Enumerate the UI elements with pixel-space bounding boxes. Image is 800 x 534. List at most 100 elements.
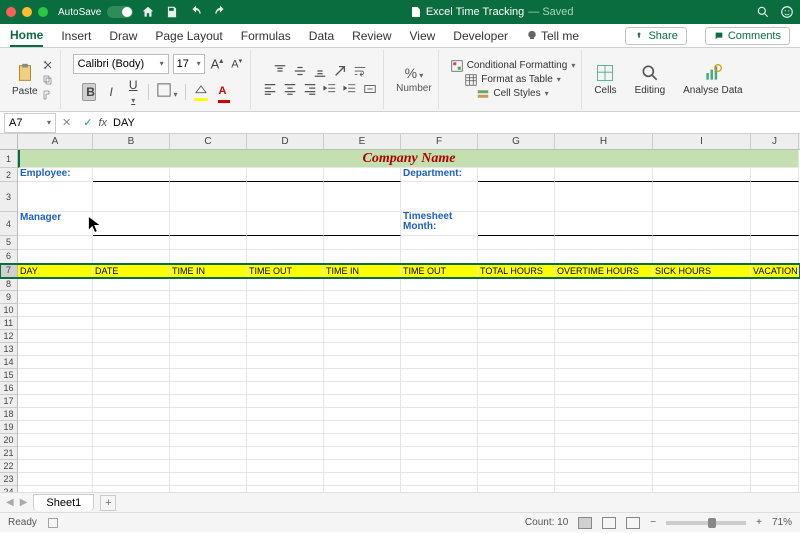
cell[interactable]: DAY (18, 264, 93, 278)
cell[interactable] (93, 278, 170, 291)
col-header-D[interactable]: D (247, 134, 324, 149)
row-header[interactable]: 24 (0, 486, 18, 492)
cell[interactable] (324, 395, 401, 408)
cell[interactable] (478, 369, 555, 382)
cell[interactable] (170, 304, 247, 317)
cell[interactable] (751, 460, 799, 473)
enter-formula-icon[interactable]: ✓ (83, 116, 92, 129)
tab-data[interactable]: Data (309, 26, 334, 46)
zoom-out-button[interactable]: − (650, 517, 656, 528)
col-header-B[interactable]: B (93, 134, 170, 149)
row-header[interactable]: 20 (0, 434, 18, 447)
cell[interactable] (478, 291, 555, 304)
row-header[interactable]: 8 (0, 278, 18, 291)
cell[interactable] (18, 250, 93, 264)
tab-developer[interactable]: Developer (453, 26, 508, 46)
cell[interactable] (478, 473, 555, 486)
cell[interactable]: TIME IN (324, 264, 401, 278)
cell[interactable] (555, 250, 653, 264)
close-window-button[interactable] (6, 7, 16, 17)
cell[interactable] (170, 434, 247, 447)
cell[interactable] (653, 168, 751, 182)
cell[interactable] (324, 317, 401, 330)
row-header[interactable]: 11 (0, 317, 18, 330)
cell[interactable] (478, 486, 555, 492)
cell[interactable] (247, 212, 324, 236)
cell[interactable] (555, 168, 653, 182)
cell[interactable] (653, 343, 751, 356)
cell[interactable]: Department: (401, 168, 478, 182)
cell[interactable] (93, 182, 170, 212)
cell[interactable] (170, 212, 247, 236)
increase-indent-icon[interactable] (343, 82, 357, 96)
fx-icon[interactable]: fx (98, 117, 107, 129)
cell[interactable] (401, 291, 478, 304)
cell[interactable] (653, 356, 751, 369)
row-header[interactable]: 1 (0, 150, 18, 168)
align-right-icon[interactable] (303, 82, 317, 96)
cell[interactable] (555, 236, 653, 250)
cell[interactable] (751, 382, 799, 395)
cell[interactable] (401, 382, 478, 395)
cell[interactable] (751, 278, 799, 291)
cell[interactable] (653, 250, 751, 264)
font-color-dropdown[interactable]: A (218, 85, 234, 99)
cell[interactable] (478, 317, 555, 330)
cell[interactable] (247, 317, 324, 330)
tab-page-layout[interactable]: Page Layout (155, 26, 222, 46)
merge-cells-icon[interactable] (363, 82, 377, 96)
cell[interactable] (401, 434, 478, 447)
cell[interactable] (555, 212, 653, 236)
cell[interactable] (93, 250, 170, 264)
cell[interactable] (324, 369, 401, 382)
cell[interactable] (18, 382, 93, 395)
cell[interactable] (555, 330, 653, 343)
cell[interactable] (324, 421, 401, 434)
cell[interactable] (751, 447, 799, 460)
cell[interactable] (653, 278, 751, 291)
cell[interactable] (93, 291, 170, 304)
cell[interactable] (555, 473, 653, 486)
cell[interactable] (170, 278, 247, 291)
cell[interactable] (324, 250, 401, 264)
cell[interactable] (555, 395, 653, 408)
cell[interactable] (93, 356, 170, 369)
row-header[interactable]: 13 (0, 343, 18, 356)
cell[interactable] (170, 250, 247, 264)
cell[interactable] (401, 473, 478, 486)
autosave-toggle[interactable] (107, 6, 133, 18)
cell[interactable] (18, 356, 93, 369)
cell[interactable] (555, 182, 653, 212)
cell[interactable] (555, 421, 653, 434)
cell[interactable] (555, 356, 653, 369)
cell[interactable] (18, 278, 93, 291)
cell[interactable] (93, 434, 170, 447)
cell[interactable]: Manager (18, 212, 93, 236)
cell[interactable] (478, 278, 555, 291)
cell[interactable] (247, 356, 324, 369)
col-header-C[interactable]: C (170, 134, 247, 149)
cell[interactable] (247, 473, 324, 486)
cell[interactable] (93, 408, 170, 421)
row-header[interactable]: 22 (0, 460, 18, 473)
cell[interactable] (170, 382, 247, 395)
orientation-icon[interactable] (333, 64, 347, 78)
cell[interactable] (653, 317, 751, 330)
cut-icon[interactable] (42, 59, 54, 71)
cell[interactable] (93, 236, 170, 250)
cell[interactable] (324, 460, 401, 473)
cell[interactable] (18, 343, 93, 356)
cell[interactable] (324, 330, 401, 343)
select-all-corner[interactable] (0, 134, 18, 149)
fill-color-dropdown[interactable] (194, 85, 210, 99)
cell[interactable] (653, 182, 751, 212)
cell[interactable] (555, 317, 653, 330)
col-header-H[interactable]: H (555, 134, 653, 149)
cell[interactable]: OVERTIME HOURS (555, 264, 653, 278)
borders-dropdown[interactable] (157, 83, 177, 100)
cell[interactable] (478, 460, 555, 473)
cell[interactable] (751, 330, 799, 343)
cell[interactable] (18, 408, 93, 421)
cell[interactable] (324, 304, 401, 317)
cell[interactable] (401, 408, 478, 421)
